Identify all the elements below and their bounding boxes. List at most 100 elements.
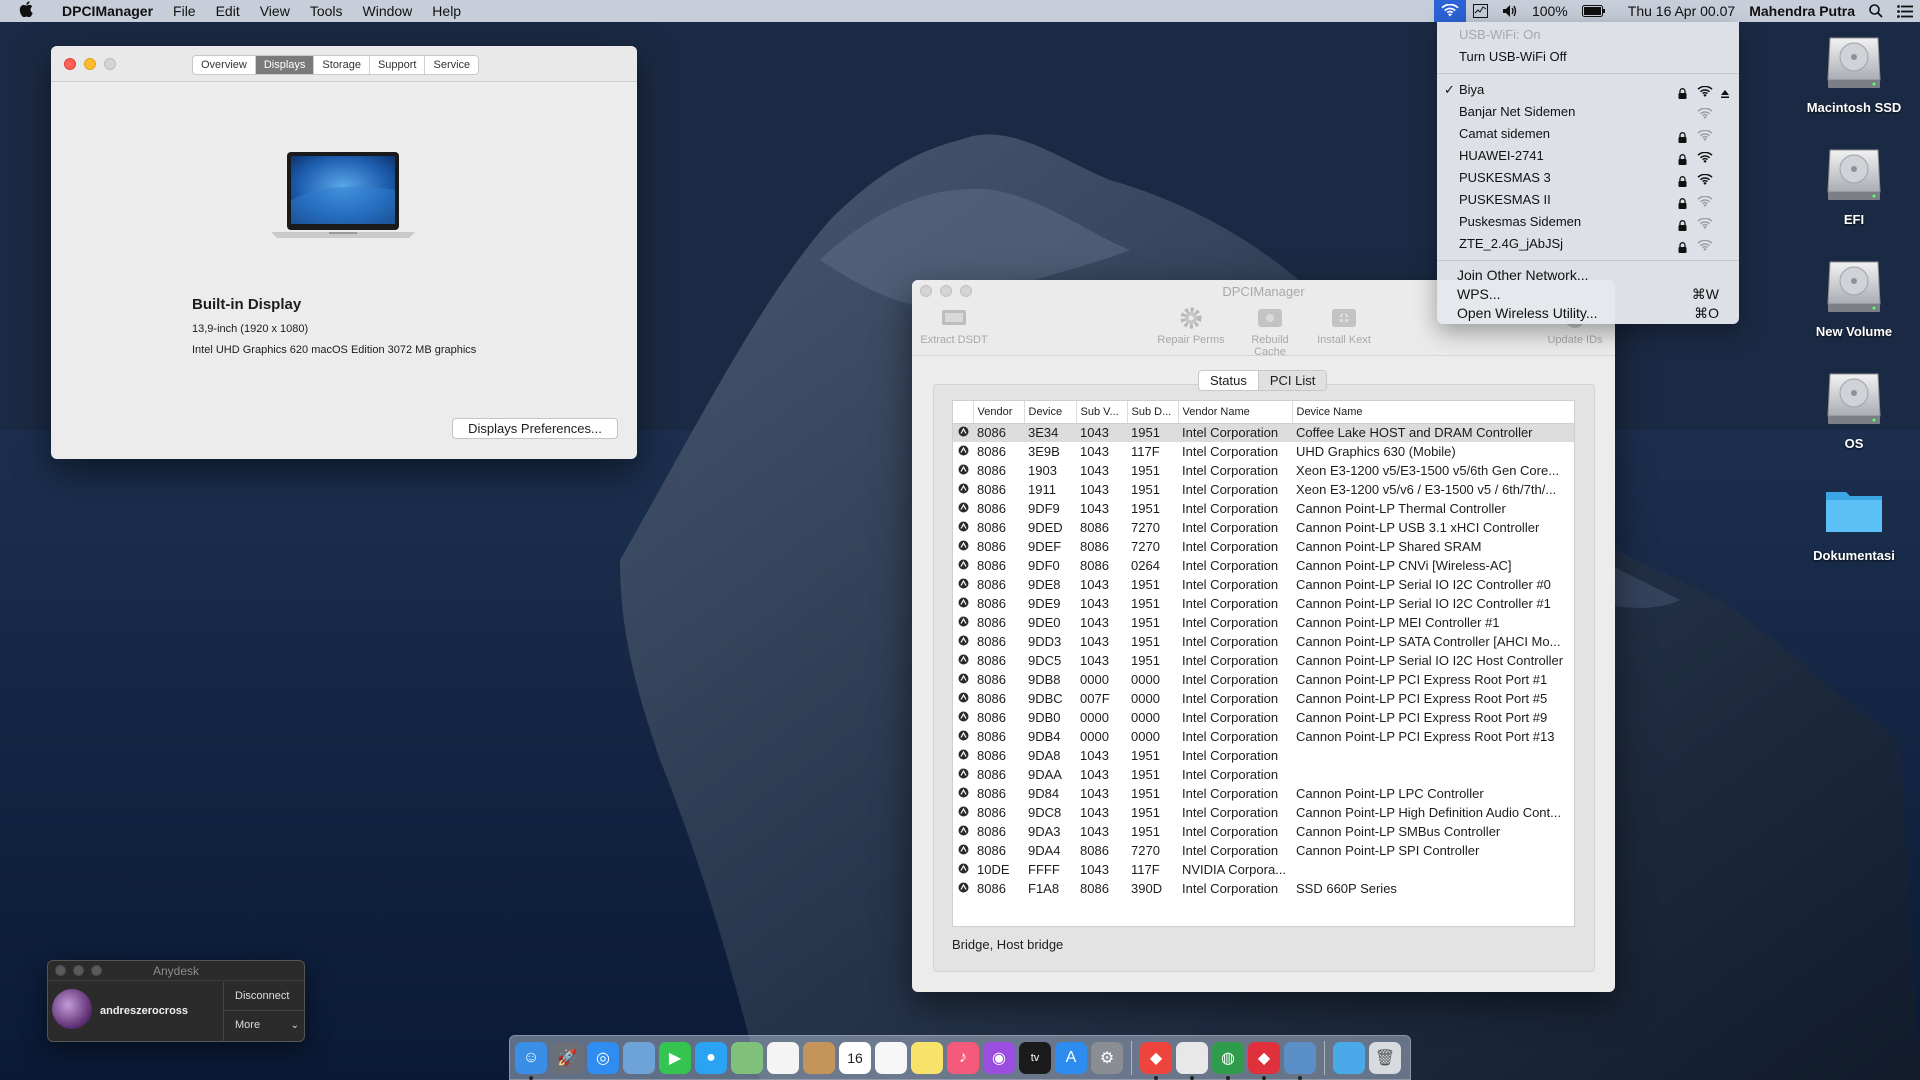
wifi-network-item[interactable]: Puskesmas Sidemen bbox=[1437, 211, 1739, 233]
trash-icon[interactable]: 🗑 bbox=[1369, 1041, 1401, 1074]
table-row[interactable]: 8086 9DA4 8086 7270 Intel Corporation Cannon … bbox=[953, 841, 1574, 860]
table-row[interactable]: 8086 9DE0 1043 1951 Intel Corporation Cannon … bbox=[953, 613, 1574, 632]
calendar-icon[interactable]: 16 bbox=[839, 1041, 871, 1074]
wps-item[interactable]: WPS... ⌘W bbox=[1437, 285, 1739, 304]
app-store-icon[interactable]: A bbox=[1055, 1041, 1087, 1074]
desktop-icon-os[interactable]: OS bbox=[1799, 366, 1909, 451]
table-row[interactable]: 8086 9DB8 0000 0000 Intel Corporation Cannon … bbox=[953, 670, 1574, 689]
wifi-network-item[interactable]: PUSKESMAS II bbox=[1437, 189, 1739, 211]
tab-storage[interactable]: Storage bbox=[314, 56, 370, 74]
tab-displays[interactable]: Displays bbox=[255, 56, 315, 74]
header-sub-device[interactable]: Sub D... bbox=[1127, 401, 1179, 424]
table-row[interactable]: 8086 9DB0 0000 0000 Intel Corporation Cannon … bbox=[953, 708, 1574, 727]
tab-service[interactable]: Service bbox=[425, 56, 478, 74]
user-name[interactable]: Mahendra Putra bbox=[1742, 0, 1862, 22]
displays-preferences-button[interactable]: Displays Preferences... bbox=[452, 418, 618, 439]
table-row[interactable]: 8086 9DA3 1043 1951 Intel Corporation Cannon … bbox=[953, 822, 1574, 841]
clock[interactable]: Thu 16 Apr 00.07 bbox=[1621, 0, 1742, 22]
help-menu[interactable]: Help bbox=[422, 0, 471, 22]
join-other-network-item[interactable]: Join Other Network... bbox=[1437, 266, 1739, 285]
table-row[interactable]: 8086 9DC8 1043 1951 Intel Corporation Cannon … bbox=[953, 803, 1574, 822]
podcasts-icon[interactable]: ◉ bbox=[983, 1041, 1015, 1074]
music-icon[interactable]: ♪ bbox=[947, 1041, 979, 1074]
wifi-network-item[interactable]: ✓ Biya bbox=[1437, 79, 1739, 101]
messages-icon[interactable]: ● bbox=[695, 1041, 727, 1074]
table-row[interactable]: 8086 9DEF 8086 7270 Intel Corporation Cannon … bbox=[953, 537, 1574, 556]
apple-menu-icon[interactable] bbox=[0, 1, 52, 21]
window-menu[interactable]: Window bbox=[353, 0, 423, 22]
table-row[interactable]: 8086 3E9B 1043 117F Intel Corporation UHD Gra… bbox=[953, 442, 1574, 461]
app-menu[interactable]: DPCIManager bbox=[52, 0, 163, 22]
minimize-button[interactable] bbox=[84, 58, 96, 70]
table-row[interactable]: 8086 9DF9 1043 1951 Intel Corporation Cannon … bbox=[953, 499, 1574, 518]
photos-icon[interactable] bbox=[767, 1041, 799, 1074]
table-row[interactable]: 8086 9DBC 007F 0000 Intel Corporation Cannon … bbox=[953, 689, 1574, 708]
segment-status[interactable]: Status bbox=[1199, 371, 1259, 390]
disconnect-button[interactable]: Disconnect bbox=[224, 982, 305, 1011]
wifi-network-item[interactable]: Camat sidemen bbox=[1437, 123, 1739, 145]
activity-monitor-icon[interactable] bbox=[1466, 0, 1495, 22]
open-wireless-utility-item[interactable]: Open Wireless Utility... ⌘O bbox=[1437, 304, 1739, 323]
table-row[interactable]: 8086 9DED 8086 7270 Intel Corporation Cannon … bbox=[953, 518, 1574, 537]
segment-pci-list[interactable]: PCI List bbox=[1258, 371, 1327, 390]
maps-icon[interactable] bbox=[731, 1041, 763, 1074]
turn-wifi-off-item[interactable]: Turn USB-WiFi Off bbox=[1437, 46, 1739, 68]
file-menu[interactable]: File bbox=[163, 0, 206, 22]
facetime-icon[interactable]: ▶ bbox=[659, 1041, 691, 1074]
desktop-icon-efi[interactable]: EFI bbox=[1799, 142, 1909, 227]
anydesk-red-icon[interactable]: ◆ bbox=[1248, 1041, 1280, 1080]
table-row[interactable]: 10DE FFFF 1043 117F NVIDIA Corpora... bbox=[953, 860, 1574, 879]
table-row[interactable]: 8086 9DB4 0000 0000 Intel Corporation Cannon … bbox=[953, 727, 1574, 746]
table-row[interactable]: 8086 F1A8 8086 390D Intel Corporation SSD 660… bbox=[953, 879, 1574, 898]
table-row[interactable]: 8086 1903 1043 1951 Intel Corporation Xeon E3… bbox=[953, 461, 1574, 480]
table-row[interactable]: 8086 9DE8 1043 1951 Intel Corporation Cannon … bbox=[953, 575, 1574, 594]
zoom-button[interactable] bbox=[104, 58, 116, 70]
downloads-folder-icon[interactable] bbox=[1333, 1041, 1365, 1074]
battery-icon[interactable] bbox=[1575, 0, 1613, 22]
reminders-icon[interactable] bbox=[875, 1041, 907, 1074]
tab-support[interactable]: Support bbox=[370, 56, 426, 74]
table-row[interactable]: 8086 3E34 1043 1951 Intel Corporation Coffee … bbox=[953, 423, 1574, 442]
desktop-icon-dokumentasi[interactable]: Dokumentasi bbox=[1799, 478, 1909, 563]
table-row[interactable]: 8086 9D84 1043 1951 Intel Corporation Cannon … bbox=[953, 784, 1574, 803]
table-row[interactable]: 8086 1911 1043 1951 Intel Corporation Xeon E3… bbox=[953, 480, 1574, 499]
more-button[interactable]: More ⌄ bbox=[224, 1011, 305, 1040]
table-row[interactable]: 8086 9DA8 1043 1951 Intel Corporation bbox=[953, 746, 1574, 765]
wifi-network-item[interactable]: HUAWEI-2741 bbox=[1437, 145, 1739, 167]
volume-icon[interactable] bbox=[1495, 0, 1525, 22]
rebuild-cache-button[interactable]: Rebuild Cache bbox=[1234, 304, 1306, 358]
tools-menu[interactable]: Tools bbox=[300, 0, 353, 22]
system-preferences-icon[interactable]: ⚙ bbox=[1091, 1041, 1123, 1074]
wifi-network-item[interactable]: Banjar Net Sidemen bbox=[1437, 101, 1739, 123]
close-button[interactable] bbox=[64, 58, 76, 70]
launchpad-icon[interactable]: 🚀 bbox=[551, 1041, 583, 1074]
table-row[interactable]: 8086 9DF0 8086 0264 Intel Corporation Cannon … bbox=[953, 556, 1574, 575]
spotlight-icon[interactable] bbox=[1862, 0, 1890, 22]
header-sub-vendor[interactable]: Sub V... bbox=[1076, 401, 1128, 424]
wifi-network-item[interactable]: PUSKESMAS 3 bbox=[1437, 167, 1739, 189]
mail-preview-icon[interactable] bbox=[623, 1041, 655, 1074]
table-row[interactable]: 8086 9DC5 1043 1951 Intel Corporation Cannon … bbox=[953, 651, 1574, 670]
network-icon[interactable] bbox=[1284, 1041, 1316, 1080]
notification-center-icon[interactable] bbox=[1890, 0, 1920, 22]
repair-perms-button[interactable]: Repair Perms bbox=[1156, 304, 1226, 346]
extract-dsdt-button[interactable]: Extract DSDT bbox=[918, 304, 990, 346]
edit-menu[interactable]: Edit bbox=[206, 0, 250, 22]
contacts-icon[interactable] bbox=[803, 1041, 835, 1074]
finder-icon[interactable]: ☺ bbox=[515, 1041, 547, 1080]
table-row[interactable]: 8086 9DAA 1043 1951 Intel Corporation bbox=[953, 765, 1574, 784]
desktop-icon-macintosh-ssd[interactable]: Macintosh SSD bbox=[1799, 30, 1909, 115]
wifi-icon[interactable] bbox=[1433, 0, 1466, 22]
safari-icon[interactable]: ◎ bbox=[587, 1041, 619, 1074]
table-row[interactable]: 8086 9DD3 1043 1951 Intel Corporation Cannon … bbox=[953, 632, 1574, 651]
dpcimanager-icon[interactable]: ◍ bbox=[1212, 1041, 1244, 1080]
wifi-network-item[interactable]: ZTE_2.4G_jAbJSj bbox=[1437, 233, 1739, 255]
view-menu[interactable]: View bbox=[250, 0, 300, 22]
header-vendor-name[interactable]: Vendor Name bbox=[1178, 401, 1293, 424]
desktop-icon-new-volume[interactable]: New Volume bbox=[1799, 254, 1909, 339]
textedit-icon[interactable] bbox=[1176, 1041, 1208, 1080]
header-device-name[interactable]: Device Name bbox=[1292, 401, 1574, 424]
install-kext-button[interactable]: Install Kext bbox=[1312, 304, 1376, 346]
anydesk-icon[interactable]: ◆ bbox=[1140, 1041, 1172, 1080]
header-vendor[interactable]: Vendor bbox=[973, 401, 1025, 424]
